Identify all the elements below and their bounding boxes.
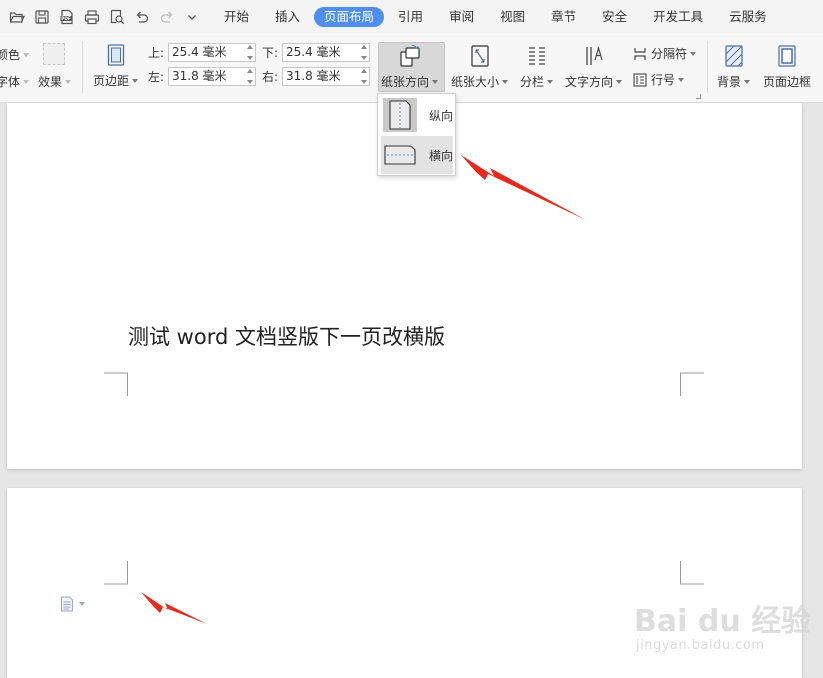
theme-font-label: 字体 bbox=[0, 75, 21, 89]
paper-orientation-icon bbox=[399, 44, 420, 67]
print-preview-icon[interactable] bbox=[106, 6, 128, 28]
paper-size-icon bbox=[470, 45, 489, 67]
paper-size-button[interactable]: 纸张大小 bbox=[451, 44, 509, 90]
crop-mark-bottom-left bbox=[104, 561, 128, 585]
margin-bottom-field: 下: 25.4 毫米 bbox=[262, 43, 370, 62]
orientation-portrait-label: 纵向 bbox=[428, 108, 453, 123]
paper-orientation-content: 纸张方向 bbox=[381, 44, 439, 90]
margin-right-spinner[interactable] bbox=[360, 69, 367, 84]
columns-button[interactable]: 分栏 bbox=[520, 44, 554, 90]
background-button[interactable]: 背景 bbox=[717, 44, 751, 90]
print-icon[interactable] bbox=[81, 6, 103, 28]
tab-review[interactable]: 审阅 bbox=[437, 7, 486, 27]
document-text[interactable]: 测试 word 文档竖版下一页改横版 bbox=[128, 321, 445, 351]
save-icon[interactable] bbox=[31, 6, 53, 28]
tab-chapter[interactable]: 章节 bbox=[539, 7, 588, 27]
page-border-button[interactable]: 页面边框 bbox=[763, 44, 811, 90]
margin-right-label: 右: bbox=[262, 70, 279, 84]
theme-color-button[interactable]: 颜色 bbox=[0, 46, 30, 63]
line-number-button[interactable]: 行号 bbox=[632, 71, 685, 88]
theme-color-label: 颜色 bbox=[0, 48, 21, 62]
text-direction-button[interactable]: 文字方向 bbox=[565, 44, 623, 90]
paragraph-layout-button[interactable] bbox=[60, 596, 85, 612]
tab-home[interactable]: 开始 bbox=[212, 7, 261, 27]
pdf-icon[interactable]: PDF bbox=[56, 6, 78, 28]
margin-right-field: 右: 31.8 毫米 bbox=[262, 67, 370, 86]
text-direction-label: 文字方向 bbox=[565, 75, 614, 89]
margins-label: 页边距 bbox=[93, 74, 130, 88]
theme-effect-label: 效果 bbox=[38, 75, 63, 89]
page-border-icon bbox=[778, 45, 796, 67]
margin-top-spinner[interactable] bbox=[246, 45, 253, 60]
margin-top-label: 上: bbox=[148, 46, 165, 60]
landscape-icon bbox=[384, 145, 416, 165]
tab-cloud-services[interactable]: 云服务 bbox=[717, 7, 779, 27]
background-label: 背景 bbox=[717, 75, 742, 89]
orientation-portrait-option[interactable]: 纵向 bbox=[381, 96, 453, 134]
watermark-url: jingyan.baidu.com bbox=[636, 638, 765, 653]
page-setup-launcher[interactable] bbox=[696, 94, 701, 99]
orientation-landscape-option[interactable]: 横向 bbox=[381, 136, 453, 174]
tab-page-layout[interactable]: 页面布局 bbox=[314, 6, 385, 27]
watermark-logo: Bai du 经验 bbox=[634, 604, 812, 639]
margin-left-field: 左: 31.8 毫米 bbox=[148, 67, 256, 86]
margin-top-input[interactable]: 25.4 毫米 bbox=[168, 43, 256, 62]
margin-right-input[interactable]: 31.8 毫米 bbox=[282, 67, 370, 86]
paper-size-label: 纸张大小 bbox=[451, 75, 500, 89]
undo-icon[interactable] bbox=[131, 6, 153, 28]
margin-top-field: 上: 25.4 毫米 bbox=[148, 43, 256, 62]
orientation-landscape-label: 横向 bbox=[428, 148, 453, 163]
margins-button[interactable]: 页边距 bbox=[93, 43, 139, 89]
crop-mark-top-left bbox=[104, 372, 128, 396]
tab-developer-tools[interactable]: 开发工具 bbox=[641, 7, 715, 27]
open-icon[interactable] bbox=[6, 6, 28, 28]
margin-left-label: 左: bbox=[148, 70, 165, 84]
separator-icon bbox=[634, 47, 646, 60]
paragraph-layout-icon bbox=[61, 596, 73, 612]
margin-left-input[interactable]: 31.8 毫米 bbox=[168, 67, 256, 86]
quick-access-toolbar: PDF bbox=[0, 0, 206, 33]
page-border-label: 页面边框 bbox=[763, 75, 812, 89]
paper-orientation-label: 纸张方向 bbox=[381, 75, 430, 89]
more-icon[interactable] bbox=[181, 6, 203, 28]
paper-orientation-menu: 纵向 横向 bbox=[377, 93, 456, 176]
baidu-watermark: Bai du 经验 jingyan.baidu.com bbox=[634, 588, 814, 668]
theme-effect-button[interactable]: 效果 bbox=[38, 73, 72, 90]
text-direction-icon bbox=[585, 45, 603, 65]
theme-font-button[interactable]: 字体 bbox=[0, 73, 30, 90]
crop-mark-bottom-right bbox=[680, 561, 704, 585]
margin-bottom-label: 下: bbox=[262, 46, 279, 60]
line-number-icon bbox=[633, 72, 647, 87]
margin-left-spinner[interactable] bbox=[246, 69, 253, 84]
separator-label: 分隔符 bbox=[651, 47, 688, 61]
columns-label: 分栏 bbox=[520, 75, 545, 89]
line-number-label: 行号 bbox=[651, 73, 676, 87]
portrait-icon bbox=[383, 98, 417, 132]
menu-bar: PDF 开始 插入 页面布局 引用 审阅 视图 章节 安全 开发工具 云服务 bbox=[0, 0, 823, 33]
ribbon-tabs: 开始 插入 页面布局 引用 审阅 视图 章节 安全 开发工具 云服务 bbox=[212, 0, 781, 33]
theme-effect-icon bbox=[43, 43, 65, 65]
columns-icon bbox=[528, 47, 545, 65]
margin-bottom-input[interactable]: 25.4 毫米 bbox=[282, 43, 370, 62]
svg-text:PDF: PDF bbox=[61, 16, 71, 21]
tab-view[interactable]: 视图 bbox=[488, 7, 537, 27]
crop-mark-top-right bbox=[680, 372, 704, 396]
background-icon bbox=[724, 45, 743, 67]
tab-insert[interactable]: 插入 bbox=[263, 7, 312, 27]
tab-security[interactable]: 安全 bbox=[590, 7, 639, 27]
tab-references[interactable]: 引用 bbox=[386, 7, 435, 27]
redo-icon[interactable] bbox=[156, 6, 178, 28]
margins-icon bbox=[107, 44, 124, 66]
separator-button[interactable]: 分隔符 bbox=[632, 45, 697, 62]
margin-bottom-spinner[interactable] bbox=[360, 45, 367, 60]
